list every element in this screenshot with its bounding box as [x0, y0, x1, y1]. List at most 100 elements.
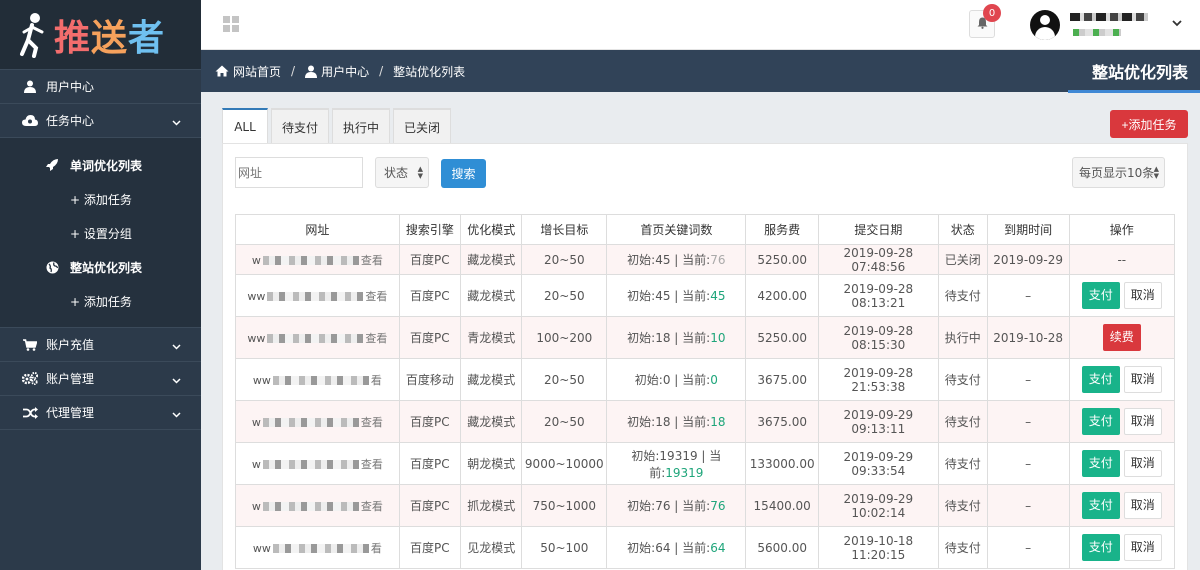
column-header: 操作	[1068, 214, 1176, 245]
user-icon	[22, 80, 38, 93]
url-cell: ww 看	[235, 526, 400, 569]
tab-pending-payment[interactable]: 待支付	[271, 108, 329, 144]
breadcrumb-home[interactable]: 网站首页	[233, 63, 281, 80]
url-prefix: ww	[252, 541, 271, 555]
view-link[interactable]: 看	[371, 374, 382, 387]
cart-icon	[22, 338, 38, 351]
date-cell: 2019-10-18 11:20:15	[817, 526, 939, 569]
view-link[interactable]: 查看	[365, 332, 387, 345]
pay-button[interactable]: 支付	[1081, 282, 1120, 309]
status-cell: 已关闭	[937, 244, 988, 275]
sidebar-item-single-add[interactable]: + 添加任务	[0, 182, 201, 216]
search-button[interactable]: 搜索	[441, 159, 486, 188]
shuffle-icon	[22, 406, 38, 419]
page-size-value: 每页显示10条	[1079, 166, 1155, 180]
sidebar-item-task-center[interactable]: 任务中心	[0, 104, 201, 138]
column-header: 优化模式	[460, 214, 523, 245]
keyword-current: 10	[710, 331, 726, 345]
sidebar-item-agent-management[interactable]: 代理管理	[0, 396, 201, 430]
pay-button[interactable]: 支付	[1081, 534, 1120, 561]
date-cell: 2019-09-28 08:13:21	[817, 274, 939, 317]
page-title: 整站优化列表	[1091, 63, 1188, 82]
status-tabs: ALL 待支付 执行中 已关闭	[222, 108, 454, 144]
date-cell: 2019-09-29 10:02:14	[817, 484, 939, 527]
sidebar: 推送者 用户中心 任务中心 单词优化列表 + 添加任务 + 设置分组 整站优化列…	[0, 0, 201, 570]
breadcrumb-user-center[interactable]: 用户中心	[321, 63, 369, 80]
view-link[interactable]: 查看	[361, 500, 383, 513]
pay-button[interactable]: 支付	[1081, 450, 1120, 477]
table-row: ww 看百度PC 见龙模式 50~100 初始:64 | 当前:64 5600.00 201…	[235, 526, 1176, 569]
fee-cell: 3675.00	[745, 400, 819, 443]
cancel-button[interactable]: 取消	[1123, 282, 1162, 309]
pay-button[interactable]: 支付	[1081, 492, 1120, 519]
status-cell: 待支付	[937, 526, 988, 569]
gears-icon	[22, 372, 38, 385]
url-redacted	[262, 502, 359, 511]
expire-cell: 2019-10-28	[986, 316, 1070, 359]
avatar[interactable]	[1030, 10, 1060, 40]
sidebar-item-account-management[interactable]: 账户管理	[0, 362, 201, 396]
keyword-initial: 初始:18 | 当前:	[627, 331, 711, 345]
keyword-current: 64	[710, 541, 726, 555]
sidebar-item-recharge[interactable]: 账户充值	[0, 328, 201, 362]
expire-cell: 2019-09-29	[986, 244, 1070, 275]
view-link[interactable]: 查看	[361, 458, 383, 471]
rocket-icon	[44, 158, 60, 172]
view-link[interactable]: 看	[371, 542, 382, 555]
action-cell: 支付 取消	[1068, 400, 1176, 443]
cancel-button[interactable]: 取消	[1123, 534, 1162, 561]
sidebar-item-label: 账户充值	[46, 338, 95, 352]
username-redacted[interactable]	[1070, 13, 1148, 21]
cancel-button[interactable]: 取消	[1123, 492, 1162, 519]
pay-button[interactable]: 支付	[1081, 408, 1120, 435]
fee-cell: 15400.00	[745, 484, 819, 527]
tab-closed[interactable]: 已关闭	[393, 108, 451, 144]
expire-cell: –	[986, 400, 1070, 443]
view-link[interactable]: 查看	[361, 416, 383, 429]
sidebar-item-single-group[interactable]: + 设置分组	[0, 216, 201, 250]
keyword-count-cell: 初始:64 | 当前:64	[606, 526, 747, 569]
cancel-button[interactable]: 取消	[1123, 366, 1162, 393]
mode-cell: 青龙模式	[460, 316, 523, 359]
tab-running[interactable]: 执行中	[332, 108, 390, 144]
task-center-submenu: 单词优化列表 + 添加任务 + 设置分组 整站优化列表 + 添加任务	[0, 138, 201, 328]
keyword-count-cell: 初始:45 | 当前:76	[606, 244, 747, 275]
action-none: --	[1117, 252, 1127, 267]
tab-all[interactable]: ALL	[222, 108, 268, 144]
chevron-down-icon[interactable]	[1172, 16, 1182, 30]
url-redacted	[262, 418, 359, 427]
sidebar-item-label: 用户中心	[46, 80, 95, 94]
column-header: 提交日期	[817, 214, 939, 245]
page-size-select[interactable]: 每页显示10条 ▲ ▼	[1072, 157, 1165, 188]
keyword-count-cell: 初始:45 | 当前:45	[606, 274, 747, 317]
logo-text: 推送者	[54, 17, 166, 59]
status-select[interactable]: 状态 ▲ ▼	[375, 157, 429, 188]
url-search-input[interactable]	[235, 157, 363, 188]
sidebar-item-site-list[interactable]: 整站优化列表	[0, 250, 201, 284]
user-icon	[305, 65, 318, 78]
view-link[interactable]: 查看	[361, 254, 383, 267]
status-cell: 待支付	[937, 484, 988, 527]
sidebar-item-site-add[interactable]: + 添加任务	[0, 284, 201, 318]
topbar: 0	[201, 0, 1200, 50]
keyword-current: 18	[710, 415, 726, 429]
status-cell: 执行中	[937, 316, 988, 359]
action-cell: 支付 取消	[1068, 484, 1176, 527]
sidebar-item-label: 账户管理	[46, 372, 95, 386]
add-task-button[interactable]: +添加任务	[1110, 110, 1188, 138]
cancel-button[interactable]: 取消	[1123, 408, 1162, 435]
view-link[interactable]: 查看	[365, 290, 387, 303]
keyword-count-cell: 初始:18 | 当前:10	[606, 316, 747, 359]
cancel-button[interactable]: 取消	[1123, 450, 1162, 477]
sidebar-item-single-list[interactable]: 单词优化列表	[0, 148, 201, 182]
renew-button[interactable]: 续费	[1102, 324, 1141, 351]
sidebar-item-user-center[interactable]: 用户中心	[0, 70, 201, 104]
keyword-initial: 初始:76 | 当前:	[627, 499, 711, 513]
date-cell: 2019-09-28 21:53:38	[817, 358, 939, 401]
target-cell: 20~50	[521, 400, 608, 443]
pay-button[interactable]: 支付	[1081, 366, 1120, 393]
column-header: 首页关键词数	[606, 214, 747, 245]
logo[interactable]: 推送者	[0, 0, 201, 70]
apps-grid-icon[interactable]	[223, 16, 239, 32]
sidebar-item-label: 整站优化列表	[70, 260, 143, 275]
